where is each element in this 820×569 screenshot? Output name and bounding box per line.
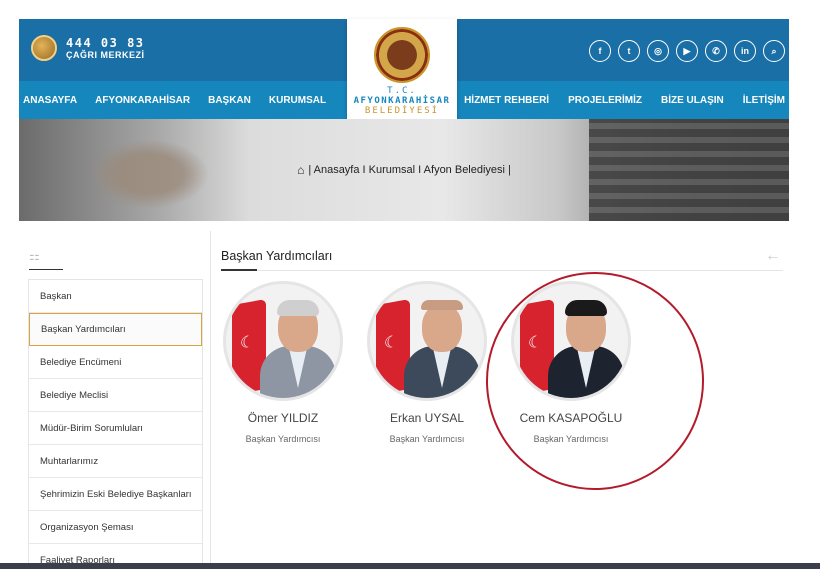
- title-underline: [221, 269, 783, 271]
- sidebar-item-mudur-birim[interactable]: Müdür-Birim Sorumluları: [29, 412, 202, 445]
- back-arrow-icon[interactable]: ←: [765, 247, 781, 265]
- globe-icon: [31, 35, 57, 61]
- facebook-icon[interactable]: f: [589, 40, 611, 62]
- taskbar-strip: [0, 563, 820, 569]
- call-center[interactable]: 444 03 83 ÇAĞRI MERKEZİ: [31, 35, 145, 61]
- site-logo[interactable]: T.C. AFYONKARAHİSAR BELEDİYESİ: [347, 19, 457, 134]
- nav-item-kurumsal[interactable]: KURUMSAL: [269, 95, 326, 106]
- nav-item-hizmet-rehberi[interactable]: HİZMET REHBERİ: [464, 95, 549, 106]
- sidebar-item-organizasyon[interactable]: Organizasyon Şeması: [29, 511, 202, 544]
- person-name: Erkan UYSAL: [389, 411, 465, 425]
- nav-item-anasayfa[interactable]: ANASAYFA: [23, 95, 77, 106]
- content-divider: [210, 231, 211, 569]
- person-photo: [223, 281, 343, 401]
- municipality-seal-icon: [374, 27, 430, 83]
- instagram-icon[interactable]: ◎: [647, 40, 669, 62]
- person-card[interactable]: Ömer YILDIZ Başkan Yardımcısı: [213, 281, 353, 444]
- nav-item-baskan[interactable]: BAŞKAN: [208, 95, 251, 106]
- nav-right: HİZMET REHBERİ PROJELERİMİZ BİZE ULAŞIN …: [464, 81, 785, 119]
- sidebar-item-belediye-encumeni[interactable]: Belediye Encümeni: [29, 346, 202, 379]
- logo-line-1: T.C.: [387, 86, 417, 96]
- logo-line-2: AFYONKARAHİSAR: [353, 96, 451, 106]
- nav-left: ANASAYFA AFYONKARAHİSAR BAŞKAN KURUMSAL: [23, 81, 326, 119]
- home-icon[interactable]: ⌂: [297, 163, 304, 177]
- sidebar-item-belediye-meclisi[interactable]: Belediye Meclisi: [29, 379, 202, 412]
- breadcrumb-text[interactable]: | Anasayfa I Kurumsal I Afyon Belediyesi…: [308, 164, 511, 176]
- nav-item-afyonkarahisar[interactable]: AFYONKARAHİSAR: [95, 95, 190, 106]
- nav-item-bize-ulasin[interactable]: BİZE ULAŞIN: [661, 95, 724, 106]
- page-banner: ⌂ | Anasayfa I Kurumsal I Afyon Belediye…: [19, 119, 789, 221]
- person-card[interactable]: Erkan UYSAL Başkan Yardımcısı: [357, 281, 497, 444]
- linkedin-icon[interactable]: in: [734, 40, 756, 62]
- social-links: f t ◎ ▶ ✆ in ⌕: [589, 40, 785, 62]
- sidebar-item-muhtarlarimiz[interactable]: Muhtarlarımız: [29, 445, 202, 478]
- page-frame: 444 03 83 ÇAĞRI MERKEZİ f t ◎ ▶ ✆ in ⌕ A…: [19, 19, 789, 569]
- whatsapp-icon[interactable]: ✆: [705, 40, 727, 62]
- page-title: Başkan Yardımcıları: [221, 249, 333, 263]
- search-icon[interactable]: ⌕: [763, 40, 785, 62]
- person-role: Başkan Yardımcısı: [245, 434, 321, 444]
- person-name: Ömer YILDIZ: [247, 411, 319, 425]
- sidebar-menu-icon: ⚏: [29, 249, 63, 270]
- youtube-icon[interactable]: ▶: [676, 40, 698, 62]
- sidebar-item-baskan[interactable]: Başkan: [29, 280, 202, 313]
- nav-item-iletisim[interactable]: İLETİŞİM: [743, 95, 785, 106]
- sidebar-item-baskan-yardimcilari[interactable]: Başkan Yardımcıları: [29, 313, 202, 346]
- nav-item-projelerimiz[interactable]: PROJELERİMİZ: [568, 95, 642, 106]
- site-header: 444 03 83 ÇAĞRI MERKEZİ f t ◎ ▶ ✆ in ⌕ A…: [19, 19, 789, 134]
- phone-number: 444 03 83: [66, 35, 145, 50]
- person-photo: [367, 281, 487, 401]
- logo-line-3: BELEDİYESİ: [364, 106, 440, 116]
- sidebar-menu: Başkan Başkan Yardımcıları Belediye Encü…: [28, 279, 203, 569]
- breadcrumb: ⌂ | Anasayfa I Kurumsal I Afyon Belediye…: [19, 119, 789, 221]
- sidebar-item-eski-baskanlar[interactable]: Şehrimizin Eski Belediye Başkanları: [29, 478, 202, 511]
- twitter-icon[interactable]: t: [618, 40, 640, 62]
- phone-label: ÇAĞRI MERKEZİ: [66, 49, 145, 60]
- person-role: Başkan Yardımcısı: [389, 434, 465, 444]
